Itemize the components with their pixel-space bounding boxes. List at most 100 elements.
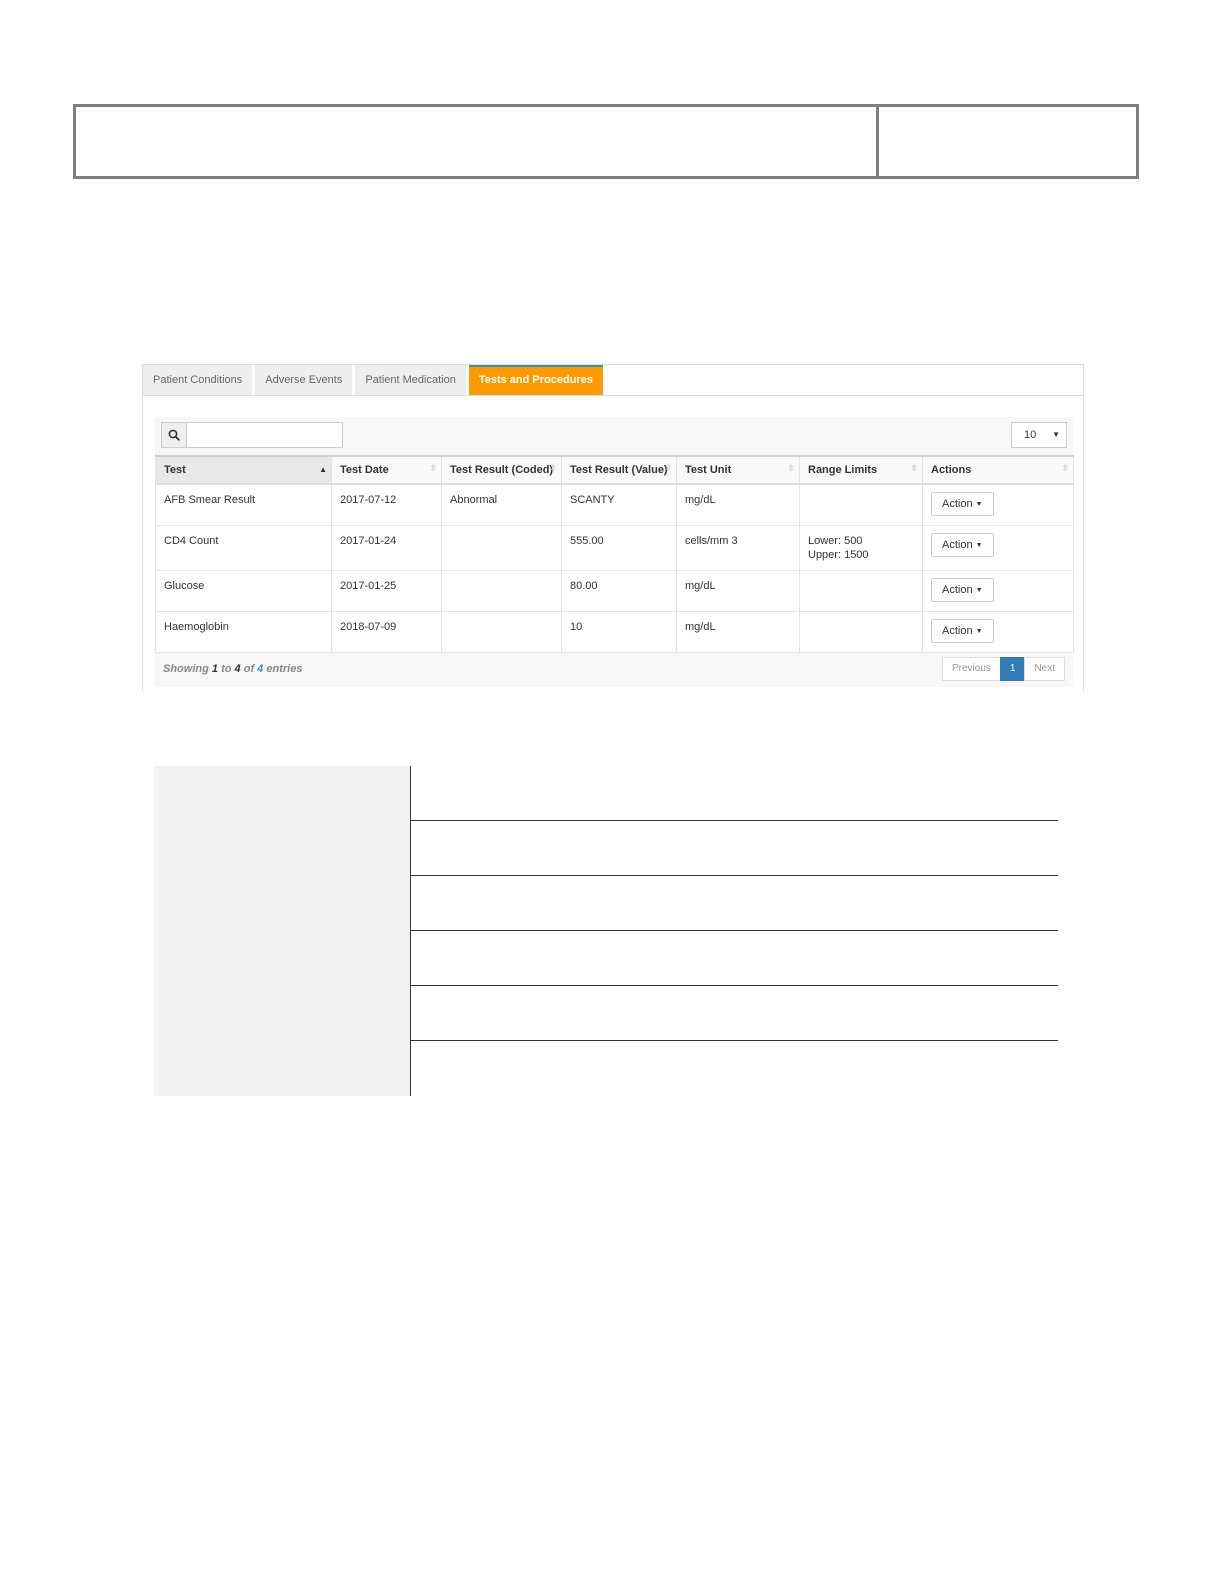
action-button[interactable]: Action ▼ xyxy=(931,619,994,643)
cell-test-unit: mg/dL xyxy=(676,483,800,526)
form-value-cell xyxy=(411,986,1058,1041)
next-page-button[interactable]: Next xyxy=(1024,657,1065,681)
cell-actions: Action ▼ xyxy=(922,525,1074,571)
info-to-word: to xyxy=(221,663,232,675)
cell-actions: Action ▼ xyxy=(922,570,1074,612)
action-button-label: Action xyxy=(942,498,973,510)
column-header-label: Test Date xyxy=(340,464,389,476)
cell-test-date: 2017-01-25 xyxy=(331,570,442,612)
action-button[interactable]: Action ▼ xyxy=(931,533,994,557)
sort-icon: ⇳ xyxy=(664,463,672,473)
info-total: 4 xyxy=(257,663,264,675)
pagination: Previous 1 Next xyxy=(941,657,1065,681)
info-showing: Showing xyxy=(163,663,209,675)
column-header-test-unit[interactable]: Test Unit ⇳ xyxy=(676,455,800,485)
tests-table: Test ▲ Test Date ⇳ Test Result (Coded) ⇳… xyxy=(155,455,1074,653)
form-label-cell xyxy=(154,876,411,931)
form-row xyxy=(154,986,1058,1041)
cell-result-coded xyxy=(441,611,562,653)
datatable-wrapper: 10 ▼ Test ▲ Test Date ⇳ Test Result (Cod… xyxy=(155,417,1074,687)
column-header-test-result-coded[interactable]: Test Result (Coded) ⇳ xyxy=(441,455,562,485)
caret-down-icon: ▼ xyxy=(975,501,983,508)
cell-result-value: 80.00 xyxy=(561,570,677,612)
info-to: 4 xyxy=(234,663,241,675)
column-header-test-date[interactable]: Test Date ⇳ xyxy=(331,455,442,485)
cell-test-date: 2017-07-12 xyxy=(331,483,442,526)
header-box xyxy=(73,104,1139,179)
form-label-cell xyxy=(154,766,411,821)
action-button-label: Action xyxy=(942,584,973,596)
cell-test: Haemoglobin xyxy=(155,611,332,653)
caret-down-icon: ▼ xyxy=(975,542,983,549)
tab-patient-conditions[interactable]: Patient Conditions xyxy=(143,365,253,395)
table-row: Glucose 2017-01-25 80.00 mg/dL Action ▼ xyxy=(155,570,1074,612)
previous-page-button[interactable]: Previous xyxy=(941,657,1001,681)
search-icon-glyph xyxy=(168,429,180,441)
action-button-label: Action xyxy=(942,539,973,551)
column-header-range-limits[interactable]: Range Limits ⇳ xyxy=(799,455,923,485)
range-lower: Lower: 500 xyxy=(808,535,863,547)
table-header-row: Test ▲ Test Date ⇳ Test Result (Coded) ⇳… xyxy=(155,455,1074,485)
cell-test-date: 2018-07-09 xyxy=(331,611,442,653)
caret-down-icon: ▼ xyxy=(975,587,983,594)
info-of-word: of xyxy=(243,663,255,675)
page-length-select[interactable]: 10 ▼ xyxy=(1011,422,1067,448)
column-header-test[interactable]: Test ▲ xyxy=(155,455,332,485)
cell-range-limits xyxy=(799,611,923,653)
column-header-label: Test xyxy=(164,464,186,476)
cell-test: Glucose xyxy=(155,570,332,612)
cell-test-unit: mg/dL xyxy=(676,570,800,612)
sort-icon: ⇳ xyxy=(429,463,437,473)
cell-test-unit: mg/dL xyxy=(676,611,800,653)
column-header-test-result-value[interactable]: Test Result (Value) ⇳ xyxy=(561,455,677,485)
column-header-label: Actions xyxy=(931,464,972,476)
column-header-actions[interactable]: Actions ⇳ xyxy=(922,455,1074,485)
search-input[interactable] xyxy=(187,422,343,448)
cell-actions: Action ▼ xyxy=(922,611,1074,653)
table-row: Haemoglobin 2018-07-09 10 mg/dL Action ▼ xyxy=(155,611,1074,653)
form-row xyxy=(154,766,1058,821)
cell-test: AFB Smear Result xyxy=(155,483,332,526)
cell-actions: Action ▼ xyxy=(922,483,1074,526)
column-header-label: Range Limits xyxy=(808,464,878,476)
tab-tests-and-procedures[interactable]: Tests and Procedures xyxy=(468,365,603,395)
form-value-cell xyxy=(411,1041,1058,1096)
action-button-label: Action xyxy=(942,625,973,637)
tab-adverse-events[interactable]: Adverse Events xyxy=(255,365,353,395)
cell-result-value: SCANTY xyxy=(561,483,677,526)
caret-down-icon: ▼ xyxy=(975,628,983,635)
form-row xyxy=(154,1041,1058,1096)
cell-test-date: 2017-01-24 xyxy=(331,525,442,571)
search-group xyxy=(161,422,343,448)
form-label-cell xyxy=(154,931,411,986)
tab-patient-medication[interactable]: Patient Medication xyxy=(355,365,466,395)
cell-result-coded xyxy=(441,570,562,612)
cell-result-value: 555.00 xyxy=(561,525,677,571)
cell-result-coded xyxy=(441,525,562,571)
cell-result-coded: Abnormal xyxy=(441,483,562,526)
tab-divider xyxy=(143,395,1083,396)
table-row: AFB Smear Result 2017-07-12 Abnormal SCA… xyxy=(155,483,1074,526)
form-row xyxy=(154,931,1058,986)
form-value-cell xyxy=(411,876,1058,931)
header-box-left-cell xyxy=(76,107,879,176)
sort-asc-icon: ▲ xyxy=(319,465,327,474)
form-label-cell xyxy=(154,986,411,1041)
form-table xyxy=(154,766,1058,1096)
cell-test: CD4 Count xyxy=(155,525,332,571)
range-upper: Upper: 1500 xyxy=(808,549,869,561)
cell-range-limits xyxy=(799,483,923,526)
action-button[interactable]: Action ▼ xyxy=(931,578,994,602)
header-box-right-cell xyxy=(879,107,1136,176)
column-header-label: Test Result (Value) xyxy=(570,464,668,476)
cell-result-value: 10 xyxy=(561,611,677,653)
cell-test-unit: cells/mm 3 xyxy=(676,525,800,571)
sort-icon: ⇳ xyxy=(910,463,918,473)
column-header-label: Test Unit xyxy=(685,464,732,476)
table-info: Showing 1 to 4 of 4 entries xyxy=(163,663,302,675)
form-value-cell xyxy=(411,821,1058,876)
search-icon[interactable] xyxy=(161,422,187,448)
page-button-1[interactable]: 1 xyxy=(999,657,1026,681)
action-button[interactable]: Action ▼ xyxy=(931,492,994,516)
cell-range-limits xyxy=(799,570,923,612)
